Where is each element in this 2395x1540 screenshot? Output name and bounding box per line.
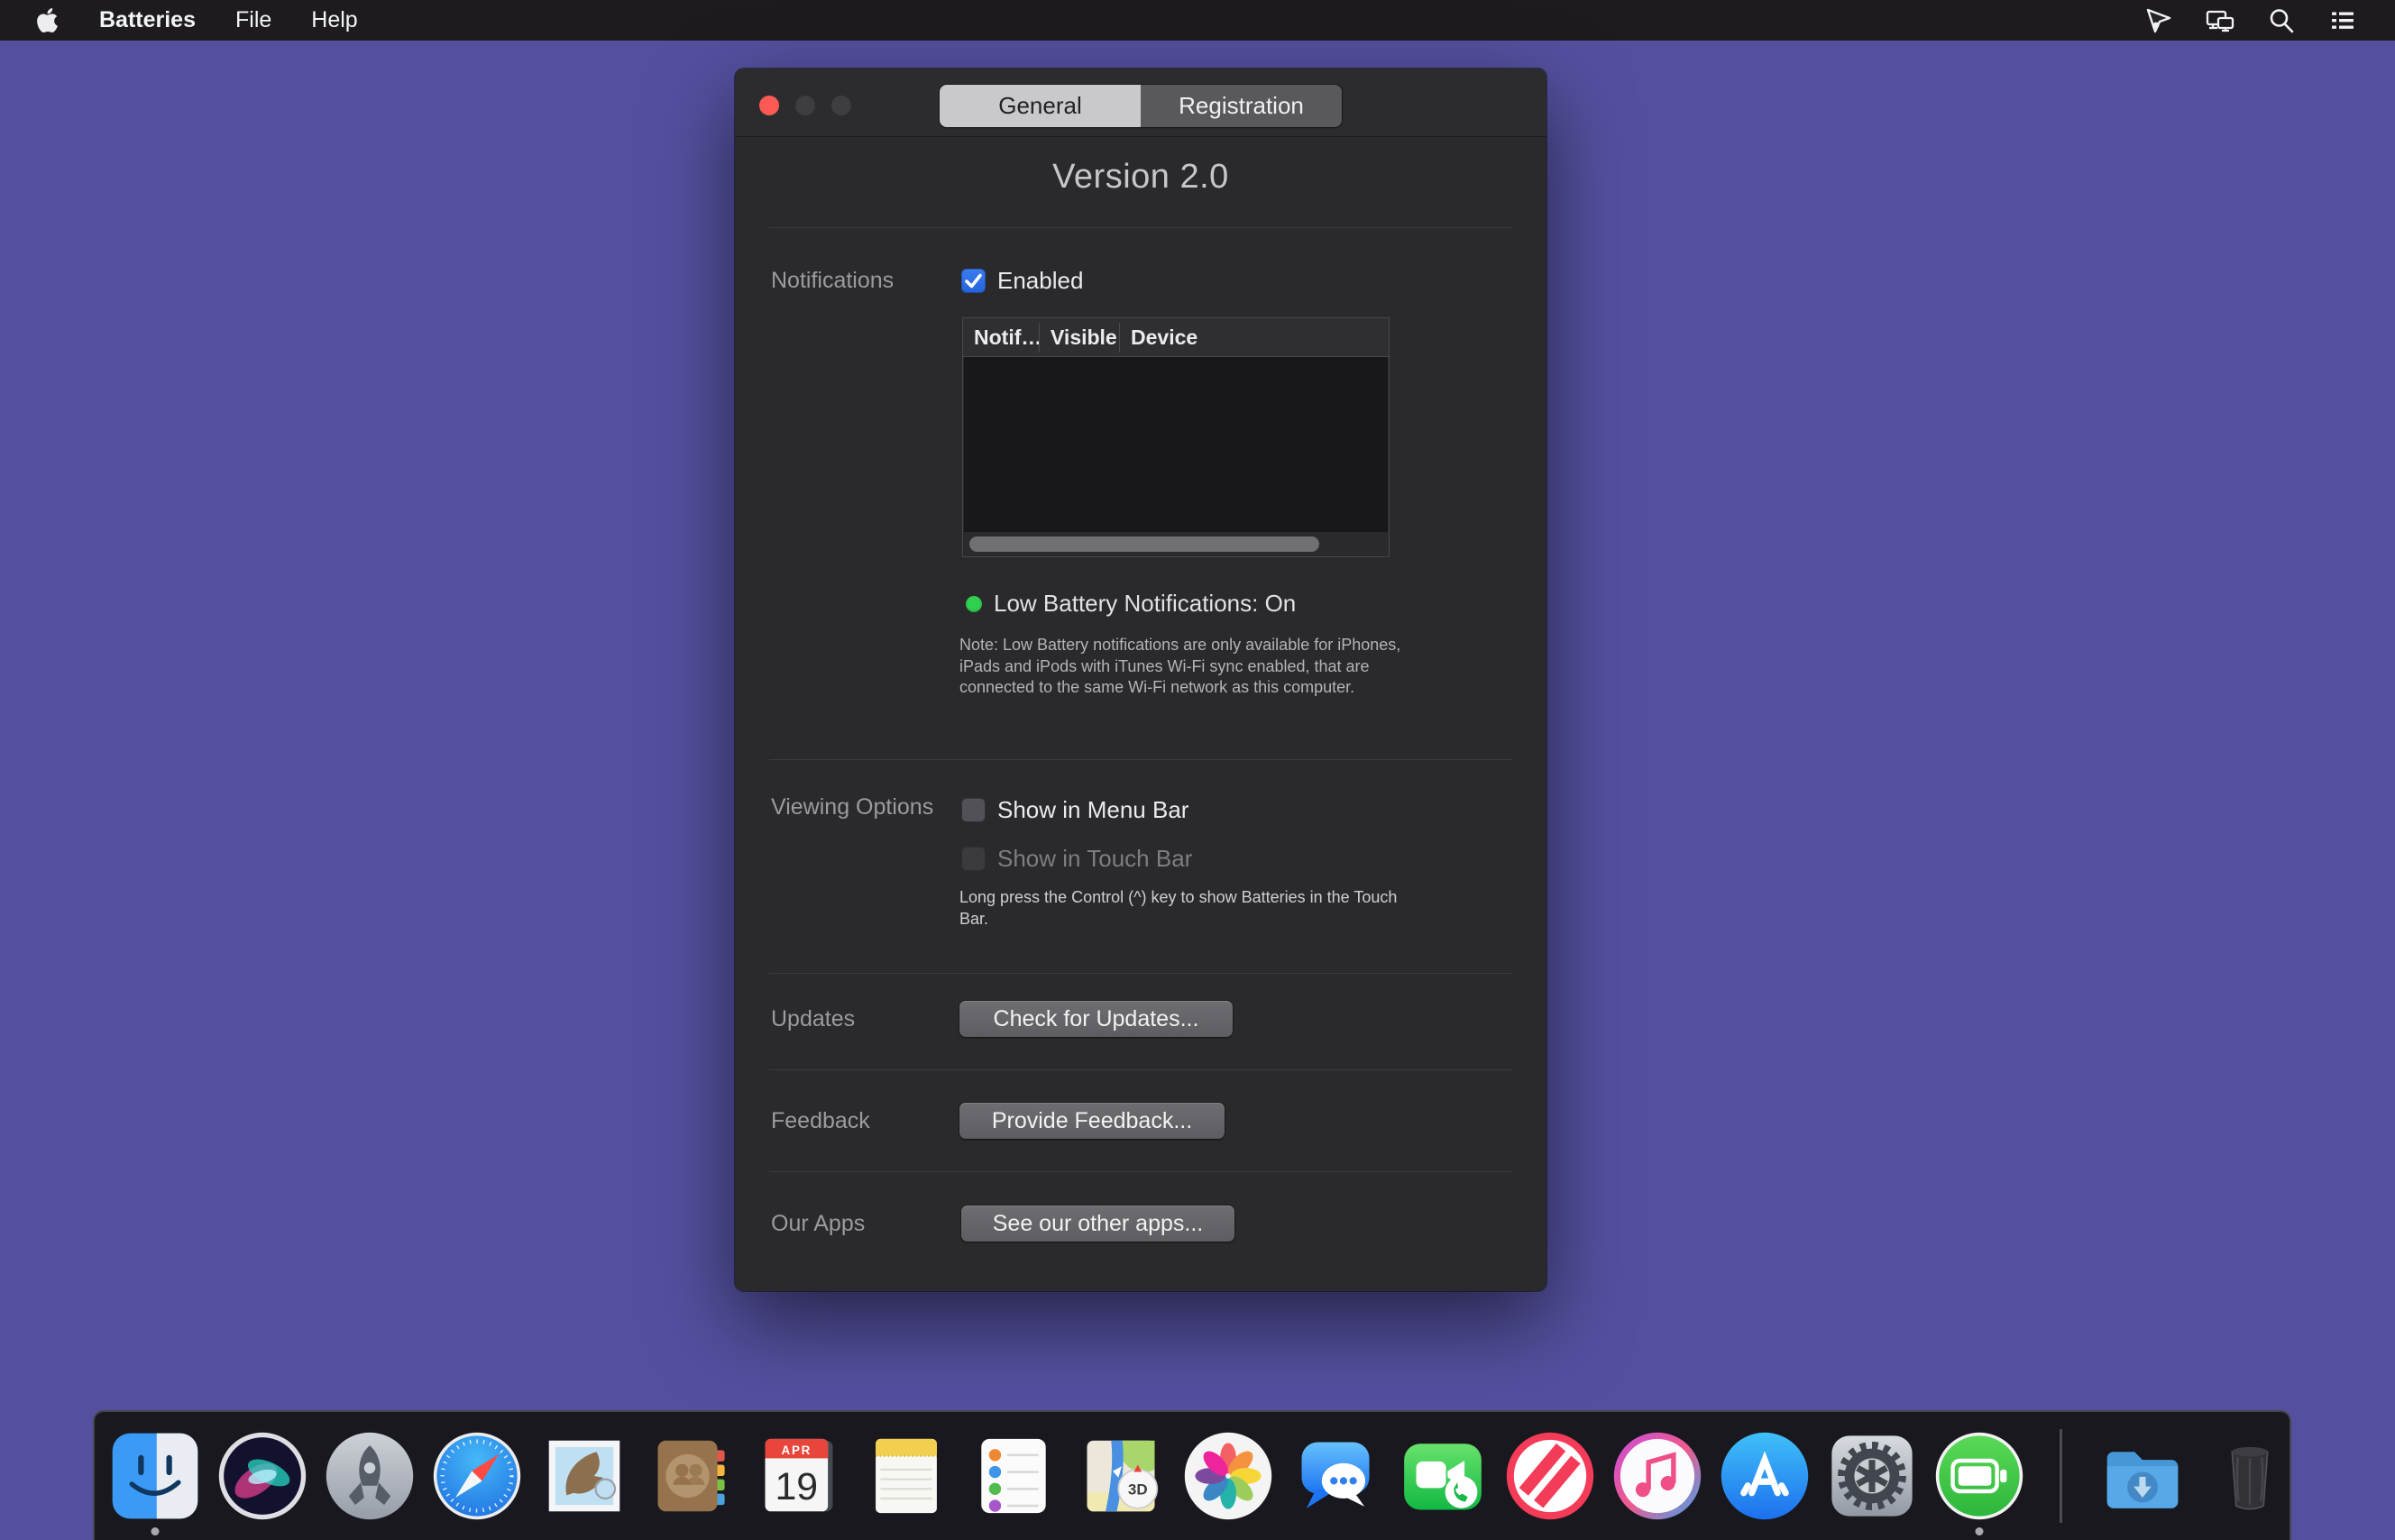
- spotlight-search-icon[interactable]: [2267, 6, 2296, 35]
- apple-menu-icon[interactable]: [36, 6, 60, 34]
- dock-trash-icon[interactable]: [2205, 1431, 2295, 1521]
- finder-running-indicator: [151, 1527, 160, 1535]
- dock-finder-icon[interactable]: [110, 1431, 200, 1521]
- zoom-button: [831, 96, 851, 115]
- enabled-checkbox[interactable]: [961, 269, 986, 293]
- scrollbar-thumb[interactable]: [969, 536, 1319, 552]
- preferences-tabset: General Registration: [940, 85, 1342, 127]
- menu-file[interactable]: File: [235, 7, 271, 33]
- dock: APR 19: [93, 1410, 2291, 1540]
- divider: [769, 227, 1512, 228]
- dock-facetime-icon[interactable]: [1398, 1431, 1488, 1521]
- devices-table-header: Notif… Visible Device: [963, 318, 1389, 357]
- dock-reminders-icon[interactable]: [968, 1431, 1059, 1521]
- dock-contacts-icon[interactable]: [647, 1431, 737, 1521]
- column-header-notifications[interactable]: Notif…: [963, 325, 1039, 350]
- show-in-menu-bar-checkbox[interactable]: [961, 798, 986, 822]
- tab-general[interactable]: General: [940, 85, 1141, 127]
- close-button[interactable]: [759, 96, 779, 115]
- dock-downloads-folder-icon[interactable]: [2097, 1431, 2188, 1521]
- tab-registration[interactable]: Registration: [1141, 85, 1342, 127]
- devices-table[interactable]: Notif… Visible Device: [962, 317, 1390, 557]
- enabled-label: Enabled: [997, 267, 1083, 295]
- dock-maps-icon[interactable]: 3D: [1076, 1431, 1166, 1521]
- batteries-running-indicator: [1976, 1527, 1984, 1535]
- dock-safari-icon[interactable]: [432, 1431, 522, 1521]
- show-in-touch-bar-label: Show in Touch Bar: [997, 845, 1192, 873]
- list-menu-icon[interactable]: [2328, 6, 2357, 35]
- devices-table-body[interactable]: [964, 357, 1388, 533]
- dock-photos-icon[interactable]: [1183, 1431, 1273, 1521]
- check-for-updates-button[interactable]: Check for Updates...: [959, 1001, 1233, 1037]
- batteries-preferences-window: General Registration Version 2.0 Notific…: [735, 69, 1546, 1291]
- viewing-options-section-label: Viewing Options: [771, 794, 933, 820]
- status-green-dot-icon: [966, 596, 982, 612]
- column-header-device[interactable]: Device: [1120, 325, 1389, 350]
- maps-3d-badge: 3D: [1128, 1481, 1148, 1499]
- divider: [769, 973, 1512, 974]
- show-in-menu-bar-row: Show in Menu Bar: [961, 796, 1188, 824]
- our-apps-section-label: Our Apps: [771, 1211, 865, 1237]
- version-title: Version 2.0: [735, 158, 1546, 197]
- dock-system-preferences-icon[interactable]: [1827, 1431, 1917, 1521]
- show-in-menu-bar-label: Show in Menu Bar: [997, 796, 1188, 824]
- enabled-checkbox-row: Enabled: [961, 267, 1083, 295]
- connected-displays-icon[interactable]: [2206, 6, 2234, 35]
- dock-mail-icon[interactable]: [539, 1431, 629, 1521]
- checkmark-icon: [961, 269, 986, 293]
- dock-notes-icon[interactable]: [861, 1431, 951, 1521]
- menubar-status-icons: [2144, 0, 2395, 41]
- touch-bar-note: Long press the Control (^) key to show B…: [959, 887, 1415, 930]
- window-titlebar[interactable]: General Registration: [735, 69, 1546, 137]
- dock-divider: [2060, 1429, 2062, 1523]
- dock-itunes-icon[interactable]: [1612, 1431, 1702, 1521]
- divider: [769, 1069, 1512, 1070]
- horizontal-scrollbar: [964, 532, 1388, 555]
- divider: [769, 759, 1512, 760]
- divider: [769, 1171, 1512, 1172]
- low-battery-status-row: Low Battery Notifications: On: [966, 590, 1296, 618]
- updates-section-label: Updates: [771, 1006, 855, 1032]
- show-in-touch-bar-row: Show in Touch Bar: [961, 845, 1192, 873]
- menu-bar: Batteries File Help: [0, 0, 2395, 41]
- dock-app-store-icon[interactable]: [1720, 1431, 1810, 1521]
- dock-launchpad-icon[interactable]: [325, 1431, 415, 1521]
- see-other-apps-button[interactable]: See our other apps...: [961, 1205, 1234, 1242]
- dock-messages-icon[interactable]: [1290, 1431, 1381, 1521]
- minimize-button: [795, 96, 815, 115]
- dock-batteries-app-icon[interactable]: [1934, 1431, 2024, 1521]
- calendar-day-label: 19: [775, 1465, 818, 1508]
- screen-share-icon[interactable]: [2144, 6, 2173, 35]
- provide-feedback-button[interactable]: Provide Feedback...: [959, 1103, 1225, 1139]
- dock-news-icon[interactable]: [1505, 1431, 1595, 1521]
- column-header-visible[interactable]: Visible: [1040, 325, 1119, 350]
- low-battery-status-text: Low Battery Notifications: On: [994, 590, 1296, 618]
- menubar-app-name[interactable]: Batteries: [99, 7, 196, 33]
- show-in-touch-bar-checkbox: [961, 847, 986, 871]
- dock-calendar-icon[interactable]: APR 19: [754, 1431, 844, 1521]
- menu-help[interactable]: Help: [311, 7, 357, 33]
- notifications-section-label: Notifications: [771, 268, 894, 294]
- notifications-note: Note: Low Battery notifications are only…: [959, 635, 1405, 699]
- calendar-month-label: APR: [782, 1444, 812, 1457]
- dock-siri-icon[interactable]: [217, 1431, 307, 1521]
- feedback-section-label: Feedback: [771, 1108, 870, 1134]
